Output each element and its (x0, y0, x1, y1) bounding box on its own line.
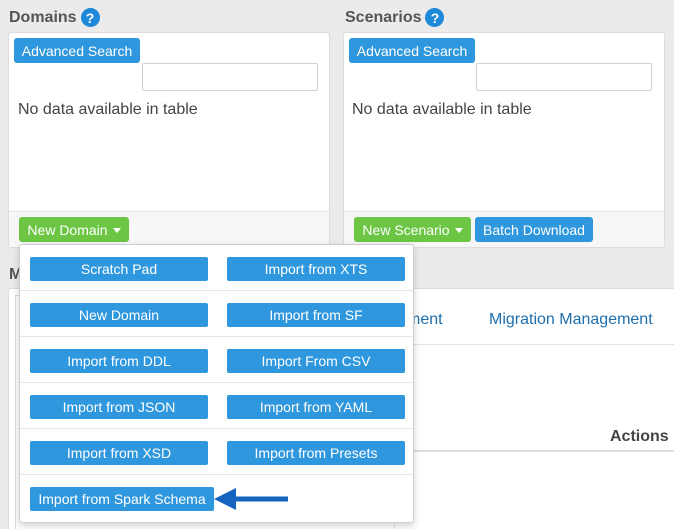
scenarios-search-input[interactable] (476, 63, 652, 91)
domains-help-icon[interactable]: ? (80, 8, 100, 27)
scenarios-help-icon[interactable]: ? (425, 8, 445, 27)
import-from-ddl-button[interactable]: Import from DDL (30, 349, 208, 373)
import-from-yaml-button[interactable]: Import from YAML (227, 395, 405, 419)
import-from-presets-button[interactable]: Import from Presets (227, 441, 405, 465)
tab-divider (399, 344, 674, 345)
dropdown-row: Import from JSON Import from YAML (20, 383, 413, 429)
table-header-divider (399, 450, 674, 452)
caret-down-icon (454, 228, 463, 233)
scenarios-title-text: Scenarios (345, 8, 422, 26)
actions-column-header: Actions (610, 428, 669, 445)
scenarios-title: Scenarios ? (345, 8, 445, 27)
import-from-csv-button[interactable]: Import From CSV (227, 349, 405, 373)
dropdown-row: Import from DDL Import From CSV (20, 337, 413, 383)
new-domain-button[interactable]: New Domain (19, 217, 129, 242)
scenarios-advanced-search-button[interactable]: Advanced Search (349, 38, 475, 63)
import-from-xsd-button[interactable]: Import from XSD (30, 441, 208, 465)
domains-search-input[interactable] (142, 63, 318, 91)
domains-title: Domains ? (9, 8, 100, 27)
batch-download-button[interactable]: Batch Download (475, 217, 593, 242)
import-from-json-button[interactable]: Import from JSON (30, 395, 208, 419)
domains-advanced-search-button[interactable]: Advanced Search (14, 38, 140, 63)
tab-migration-management[interactable]: Migration Management (489, 311, 653, 329)
new-scenario-label: New Scenario (362, 221, 450, 238)
new-domain-menu-button[interactable]: New Domain (30, 303, 208, 327)
domains-panel: Advanced Search No data available in tab… (8, 32, 330, 248)
new-scenario-button[interactable]: New Scenario (354, 217, 471, 242)
arrow-left-icon (214, 488, 288, 510)
scenarios-panel: Advanced Search No data available in tab… (343, 32, 665, 248)
domains-empty-message: No data available in table (18, 101, 198, 118)
import-from-xts-button[interactable]: Import from XTS (227, 257, 405, 281)
dropdown-row: Scratch Pad Import from XTS (20, 245, 413, 291)
domains-title-text: Domains (9, 8, 77, 26)
scratch-pad-button[interactable]: Scratch Pad (30, 257, 208, 281)
scenarios-panel-footer: New Scenario Batch Download (344, 211, 664, 247)
dropdown-row: Import from XSD Import from Presets (20, 429, 413, 475)
new-domain-dropdown-menu: Scratch Pad Import from XTS New Domain I… (19, 244, 414, 523)
dropdown-row: New Domain Import from SF (20, 291, 413, 337)
new-domain-label: New Domain (27, 221, 108, 238)
import-from-sf-button[interactable]: Import from SF (227, 303, 405, 327)
scenarios-empty-message: No data available in table (352, 101, 532, 118)
domains-panel-footer: New Domain (9, 211, 329, 247)
caret-down-icon (112, 228, 121, 233)
import-from-spark-schema-button[interactable]: Import from Spark Schema (30, 487, 214, 511)
